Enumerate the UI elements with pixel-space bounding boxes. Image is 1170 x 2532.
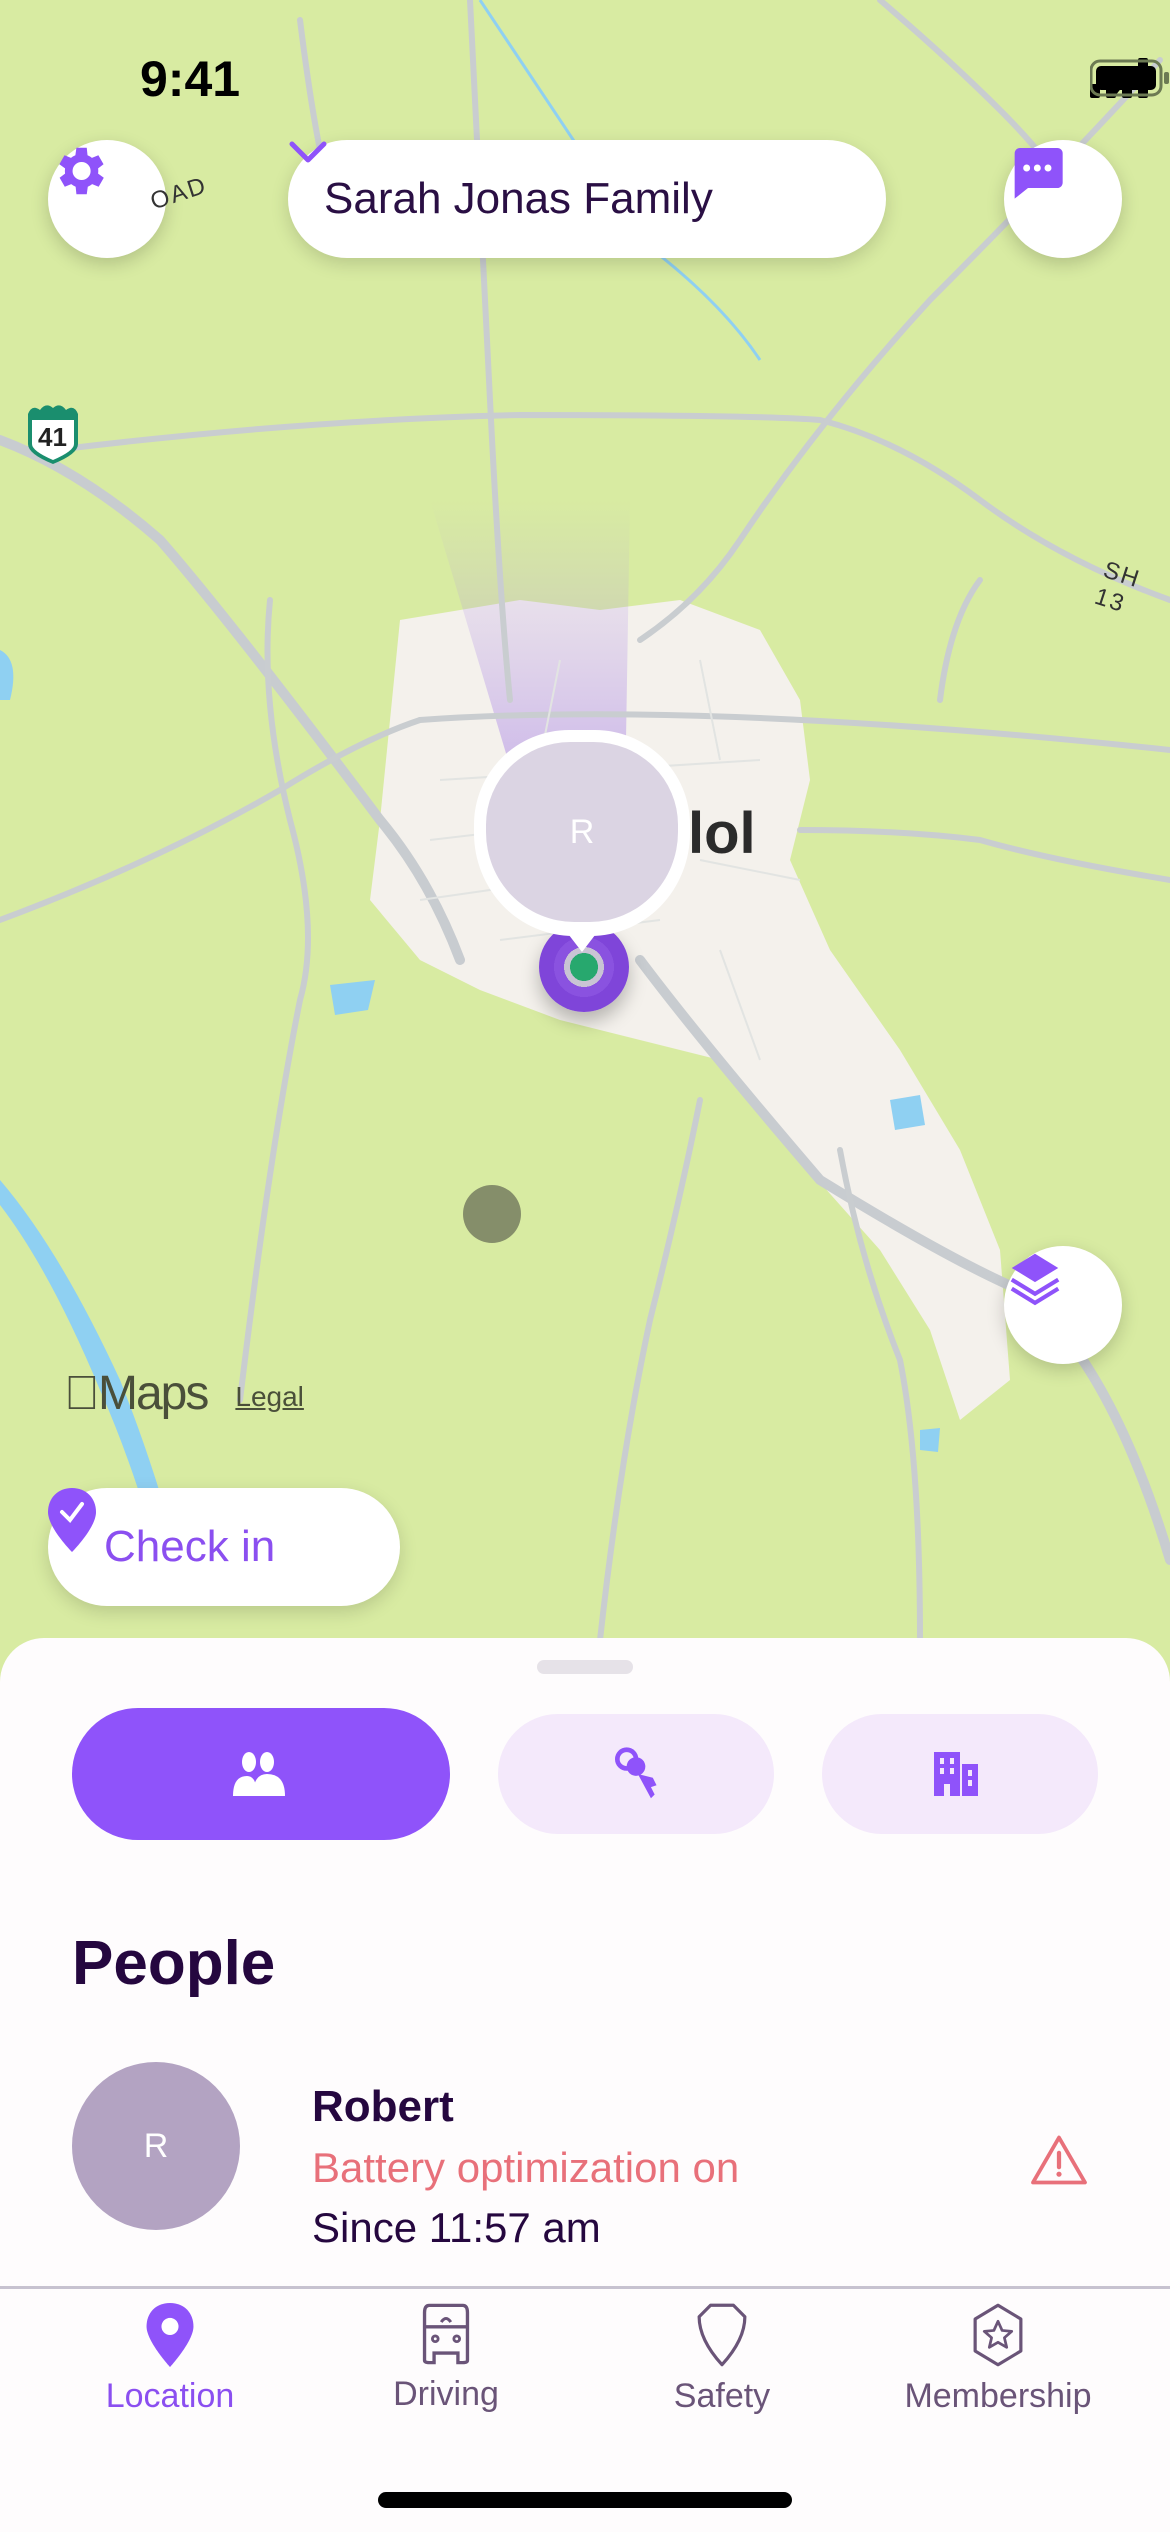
- tab-label: Location: [105, 2377, 235, 2415]
- status-time: 9:41: [140, 51, 241, 107]
- keys-icon: [615, 1747, 657, 1799]
- avatar: R: [72, 2062, 240, 2230]
- tab-label: Safety: [673, 2377, 771, 2415]
- tab-label: Driving: [393, 2375, 499, 2413]
- map-layers-button[interactable]: [1004, 1246, 1122, 1364]
- chevron-down-icon: [289, 141, 327, 163]
- apple-maps-logo: Maps: [64, 1367, 209, 1420]
- person-name: Robert: [312, 2082, 454, 2131]
- settings-button[interactable]: [48, 140, 166, 258]
- circle-selector[interactable]: Sarah Jonas Family: [288, 140, 886, 258]
- home-indicator: [378, 2492, 792, 2508]
- sheet-drag-handle[interactable]: [537, 1660, 633, 1674]
- check-in-pin-icon: [48, 1488, 96, 1552]
- apple-logo-icon: : [64, 1367, 100, 1420]
- map-marker-dot: [463, 1185, 521, 1243]
- member-pin-avatar: R: [486, 742, 678, 922]
- check-in-button[interactable]: Check in: [48, 1488, 400, 1606]
- segment-people[interactable]: [72, 1708, 450, 1840]
- map-view[interactable]: 9:41 OAD Sarah Jonas Family 41 SH 13 lol…: [0, 0, 1170, 1700]
- star-badge-icon: [973, 2303, 1023, 2367]
- building-icon: [934, 1752, 978, 1796]
- tab-membership[interactable]: Membership: [868, 2303, 1128, 2416]
- tab-safety[interactable]: Safety: [592, 2303, 852, 2416]
- circle-name: Sarah Jonas Family: [324, 174, 713, 223]
- car-icon: [422, 2303, 470, 2365]
- section-title: People: [72, 1929, 276, 1998]
- gear-icon: [59, 147, 104, 195]
- chat-bubble-icon: [1014, 148, 1063, 199]
- location-pin-icon: [146, 2303, 194, 2367]
- tab-label: Membership: [904, 2377, 1092, 2415]
- member-map-pin[interactable]: R: [474, 730, 690, 1000]
- person-list-item[interactable]: R Robert Battery optimization on Since 1…: [0, 2062, 1170, 2251]
- tab-driving[interactable]: Driving: [316, 2303, 576, 2414]
- map-place-label: lol: [688, 801, 756, 866]
- shield-icon: [697, 2303, 747, 2367]
- check-in-label: Check in: [104, 1522, 276, 1571]
- segment-places[interactable]: [822, 1714, 1098, 1834]
- people-icon: [233, 1752, 285, 1796]
- tab-location[interactable]: Location: [40, 2303, 300, 2416]
- highway-number: 41: [38, 422, 67, 452]
- warning-icon[interactable]: [1030, 2134, 1088, 2186]
- messages-button[interactable]: [1004, 140, 1122, 258]
- person-since: Since 11:57 am: [312, 2204, 601, 2251]
- segment-items[interactable]: [498, 1714, 774, 1834]
- battery-icon: [1090, 59, 1169, 97]
- maps-attribution: Maps Legal: [64, 1366, 304, 1421]
- layers-icon: [1010, 1253, 1060, 1306]
- legal-link[interactable]: Legal: [235, 1381, 304, 1413]
- person-status: Battery optimization on: [312, 2144, 740, 2191]
